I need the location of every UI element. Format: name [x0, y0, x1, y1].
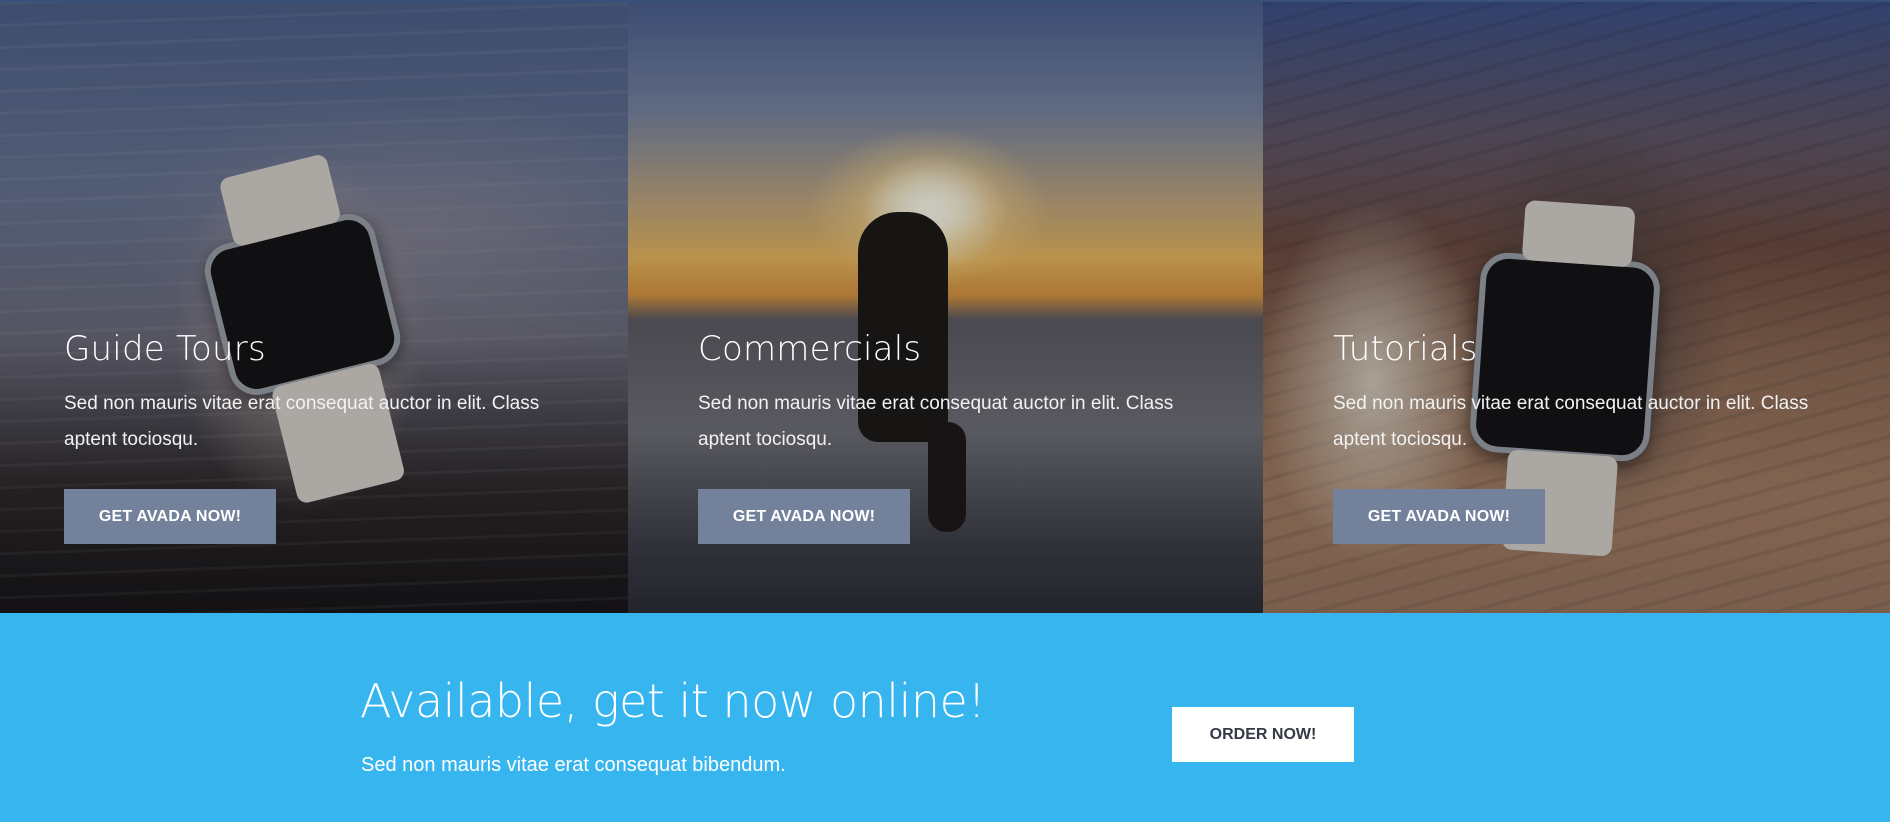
panel-title: Tutorials	[1333, 329, 1478, 369]
cta-title: Available, get it now online!	[360, 674, 986, 728]
panel-content: Tutorials Sed non mauris vitae erat cons…	[1333, 324, 1850, 544]
panel-title: Guide Tours	[64, 329, 266, 369]
panel-commercials: Commercials Sed non mauris vitae erat co…	[628, 2, 1263, 613]
panel-text: Sed non mauris vitae erat consequat auct…	[1333, 393, 1809, 450]
get-avada-button[interactable]: GET AVADA NOW!	[1333, 489, 1545, 544]
panel-text: Sed non mauris vitae erat consequat auct…	[64, 393, 540, 450]
panel-guide-tours: Guide Tours Sed non mauris vitae erat co…	[0, 2, 628, 613]
call-to-action-section: Available, get it now online! Sed non ma…	[0, 613, 1890, 822]
get-avada-button[interactable]: GET AVADA NOW!	[64, 489, 276, 544]
panel-text: Sed non mauris vitae erat consequat auct…	[698, 393, 1174, 450]
panel-tutorials: Tutorials Sed non mauris vitae erat cons…	[1263, 2, 1890, 613]
panel-title: Commercials	[698, 329, 922, 369]
cta-subtitle: Sed non mauris vitae erat consequat bibe…	[361, 754, 786, 776]
panel-content: Commercials Sed non mauris vitae erat co…	[698, 324, 1223, 544]
get-avada-button[interactable]: GET AVADA NOW!	[698, 489, 910, 544]
order-now-button[interactable]: ORDER NOW!	[1172, 707, 1354, 762]
feature-panels: Guide Tours Sed non mauris vitae erat co…	[0, 2, 1890, 613]
panel-content: Guide Tours Sed non mauris vitae erat co…	[64, 324, 588, 544]
